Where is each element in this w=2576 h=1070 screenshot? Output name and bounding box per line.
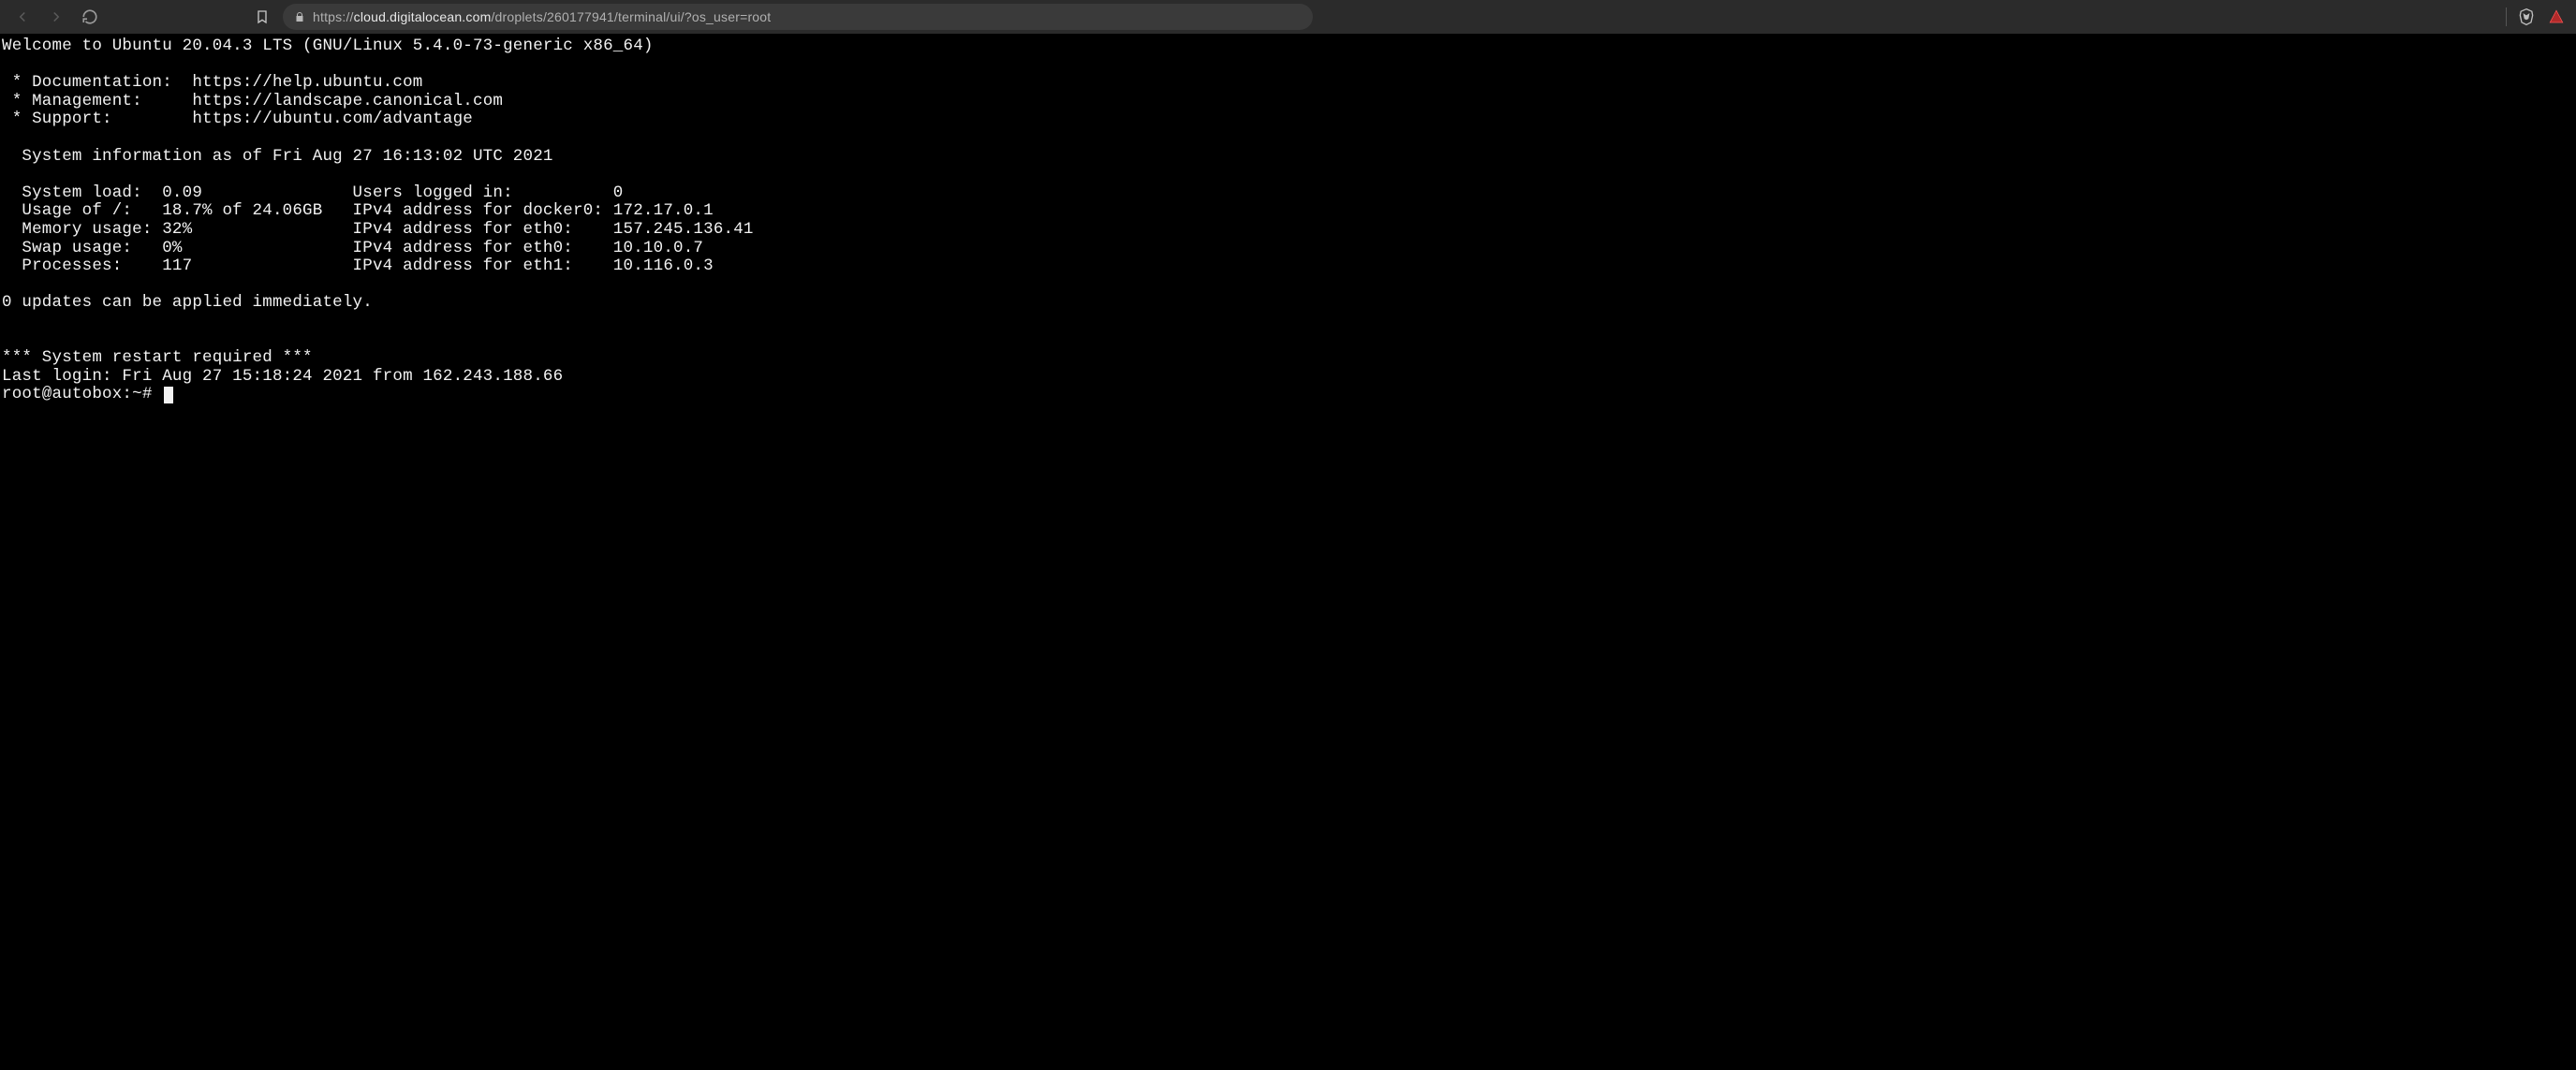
stats-row: Swap usage: 0% IPv4 address for eth0: 10… <box>2 239 703 257</box>
restart-warning: *** System restart required *** <box>2 348 313 367</box>
browser-toolbar: https://cloud.digitalocean.com/droplets/… <box>0 0 2576 34</box>
brave-shields-icon[interactable] <box>2516 7 2537 27</box>
reload-button[interactable] <box>77 4 103 30</box>
address-bar[interactable]: https://cloud.digitalocean.com/droplets/… <box>283 4 1313 30</box>
welcome-line: Welcome to Ubuntu 20.04.3 LTS (GNU/Linux… <box>2 37 654 55</box>
stats-row: Usage of /: 18.7% of 24.06GB IPv4 addres… <box>2 201 714 220</box>
sysinfo-header: System information as of Fri Aug 27 16:1… <box>2 147 553 166</box>
stats-row: Memory usage: 32% IPv4 address for eth0:… <box>2 220 754 239</box>
support-link-line: * Support: https://ubuntu.com/advantage <box>2 110 473 128</box>
last-login-line: Last login: Fri Aug 27 15:18:24 2021 fro… <box>2 367 563 386</box>
shell-prompt: root@autobox:~# <box>2 385 162 403</box>
back-button[interactable] <box>9 4 36 30</box>
updates-line: 0 updates can be applied immediately. <box>2 293 373 312</box>
doc-link-line: * Documentation: https://help.ubuntu.com <box>2 73 422 92</box>
url-text: https://cloud.digitalocean.com/droplets/… <box>313 9 771 24</box>
cursor-block <box>164 387 173 403</box>
mgmt-link-line: * Management: https://landscape.canonica… <box>2 92 503 110</box>
brave-wallet-icon[interactable] <box>2546 7 2567 27</box>
stats-row: Processes: 117 IPv4 address for eth1: 10… <box>2 257 714 275</box>
bookmark-button[interactable] <box>249 4 275 30</box>
forward-button[interactable] <box>43 4 69 30</box>
terminal-output[interactable]: Welcome to Ubuntu 20.04.3 LTS (GNU/Linux… <box>0 34 2576 408</box>
toolbar-divider <box>2506 7 2507 26</box>
lock-icon <box>294 10 305 23</box>
stats-row: System load: 0.09 Users logged in: 0 <box>2 183 624 202</box>
